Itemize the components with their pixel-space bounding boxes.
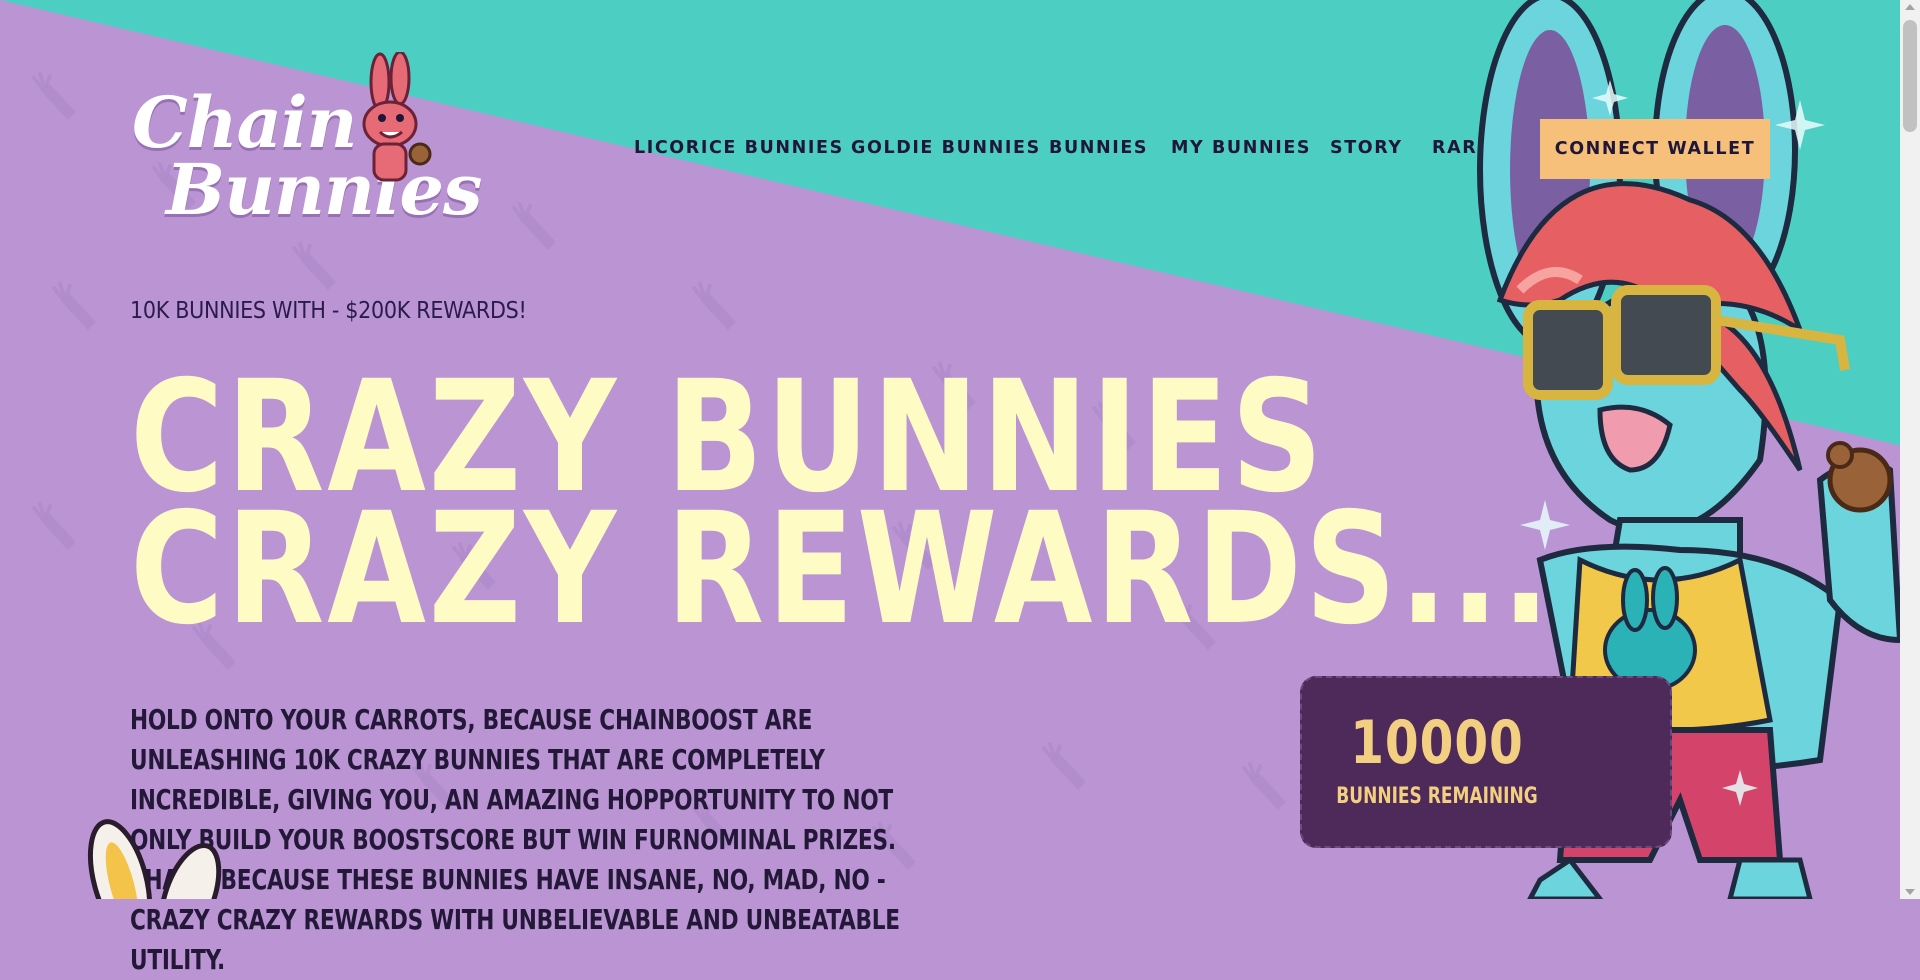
- bottom-bunny-ears-icon: [87, 819, 222, 899]
- bunnies-remaining-card: 10000 BUNNIES REMAINING: [1300, 676, 1672, 848]
- chain-bunnies-logo[interactable]: Chain Bunnies: [132, 52, 482, 252]
- page-scrollbar[interactable]: [1900, 0, 1920, 899]
- nav-my-bunnies[interactable]: MY BUNNIES: [1171, 138, 1311, 158]
- nav-story[interactable]: STORY: [1330, 138, 1403, 158]
- hero-description: HOLD ONTO YOUR CARROTS, BECAUSE CHAINBOO…: [130, 703, 900, 976]
- connect-wallet-button[interactable]: CONNECT WALLET: [1540, 119, 1770, 179]
- logo-bunny-icon: [362, 52, 432, 182]
- headline-line2: CRAZY REWARDS...: [130, 480, 1553, 659]
- remaining-count: 10000: [1350, 708, 1524, 778]
- nav-licorice-bunnies[interactable]: LICORICE BUNNIES: [634, 138, 844, 158]
- hero-headline: CRAZY BUNNIES CRAZY REWARDS...: [130, 361, 1553, 659]
- scroll-thumb[interactable]: [1903, 20, 1917, 132]
- scroll-up-arrow-icon[interactable]: [1905, 4, 1915, 10]
- nav-goldie-bunnies[interactable]: GOLDIE BUNNIES: [851, 138, 1041, 158]
- scroll-down-arrow-icon[interactable]: [1905, 889, 1915, 895]
- remaining-label: BUNNIES REMAINING: [1336, 784, 1538, 809]
- nav-bunnies[interactable]: BUNNIES: [1049, 138, 1148, 158]
- hero-tagline: 10K BUNNIES WITH - $200K REWARDS!: [130, 298, 527, 324]
